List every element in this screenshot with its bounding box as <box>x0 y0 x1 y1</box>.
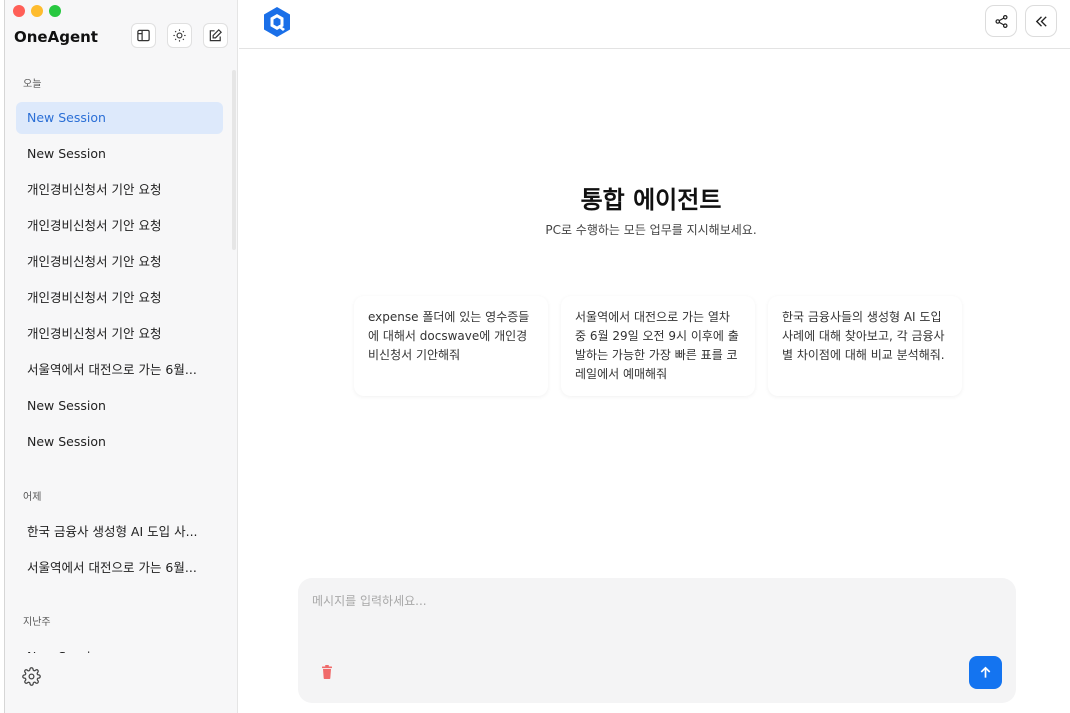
session-item[interactable]: New Session <box>16 390 223 422</box>
suggestion-card[interactable]: expense 폴더에 있는 영수증들에 대해서 docswave에 개인경비신… <box>354 296 548 396</box>
suggestion-cards: expense 폴더에 있는 영수증들에 대해서 docswave에 개인경비신… <box>354 296 962 396</box>
page-title: 통합 에이전트 <box>580 186 722 214</box>
session-item[interactable]: New Session <box>16 641 223 653</box>
app-logo-icon <box>262 6 292 38</box>
trash-icon[interactable] <box>321 664 333 679</box>
arrow-up-icon <box>980 666 991 678</box>
sun-icon[interactable] <box>167 23 192 48</box>
app-window: OneAgent 오늘 New Session New Session 개인경비… <box>4 0 1070 713</box>
page-subtitle: PC로 수행하는 모든 업무를 지시해보세요. <box>545 223 757 237</box>
session-item[interactable]: New Session <box>16 138 223 170</box>
panel-layout-icon[interactable] <box>131 23 156 48</box>
group-label-yesterday: 어제 <box>23 492 42 503</box>
app-title: OneAgent <box>14 28 98 46</box>
session-item[interactable]: 개인경비신청서 기안 요청 <box>16 282 223 314</box>
group-label-last-week: 지난주 <box>23 617 51 628</box>
sidebar-toolbar <box>131 23 228 48</box>
session-item[interactable]: 서울역에서 대전으로 가는 6월... <box>16 354 223 386</box>
double-chevron-left-icon[interactable] <box>1025 5 1057 37</box>
session-item[interactable]: 개인경비신청서 기안 요청 <box>16 246 223 278</box>
session-item[interactable]: New Session <box>16 426 223 458</box>
session-item[interactable]: 한국 금융사 생성형 AI 도입 사... <box>16 516 223 548</box>
suggestion-card[interactable]: 서울역에서 대전으로 가는 열차 중 6월 29일 오전 9시 이후에 출발하는… <box>561 296 755 396</box>
session-item[interactable]: 서울역에서 대전으로 가는 6월... <box>16 552 223 584</box>
window-controls <box>13 5 61 17</box>
minimize-window-button[interactable] <box>31 5 43 17</box>
message-input[interactable] <box>312 594 962 608</box>
share-icon[interactable] <box>985 5 1017 37</box>
top-bar <box>239 0 1070 49</box>
send-button[interactable] <box>969 656 1002 689</box>
session-item[interactable]: 개인경비신청서 기안 요청 <box>16 210 223 242</box>
group-label-today: 오늘 <box>23 79 42 90</box>
session-list: 오늘 New Session New Session 개인경비신청서 기안 요청… <box>5 68 238 653</box>
suggestion-card[interactable]: 한국 금융사들의 생성형 AI 도입 사례에 대해 찾아보고, 각 금융사별 차… <box>768 296 962 396</box>
session-item[interactable]: New Session <box>16 102 223 134</box>
edit-icon[interactable] <box>203 23 228 48</box>
maximize-window-button[interactable] <box>49 5 61 17</box>
gear-icon[interactable] <box>20 665 42 687</box>
message-composer <box>298 578 1016 703</box>
close-window-button[interactable] <box>13 5 25 17</box>
session-item[interactable]: 개인경비신청서 기안 요청 <box>16 318 223 350</box>
session-item[interactable]: 개인경비신청서 기안 요청 <box>16 174 223 206</box>
sidebar: OneAgent 오늘 New Session New Session 개인경비… <box>5 0 238 713</box>
